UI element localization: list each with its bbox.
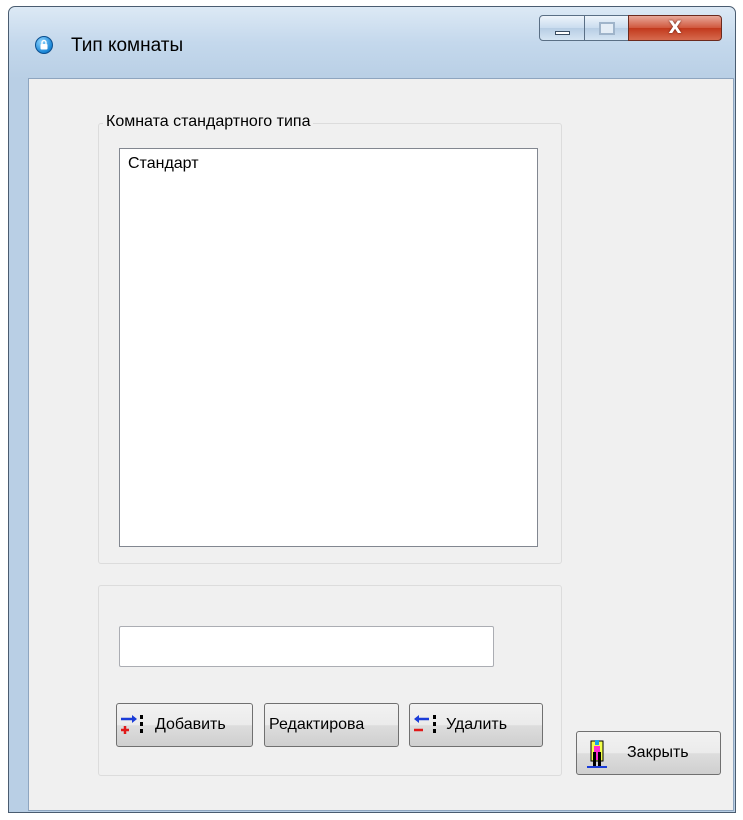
groupbox-legend: Комната стандартного типа	[103, 113, 314, 131]
window-client-area: Комната стандартного типа Стандарт Добав…	[28, 78, 734, 811]
lock-icon	[35, 36, 53, 54]
add-button-label: Добавить	[155, 716, 226, 733]
window-title: Тип комнаты	[71, 35, 184, 56]
list-item[interactable]: Стандарт	[128, 155, 199, 173]
close-button[interactable]: Закрыть	[576, 731, 721, 775]
maximize-button[interactable]	[584, 15, 629, 41]
edit-button-label: Редактирова	[269, 716, 365, 733]
minimize-icon	[555, 31, 570, 35]
close-window-button[interactable]: X	[628, 15, 722, 41]
add-button[interactable]: Добавить	[116, 703, 253, 747]
delete-button-label: Удалить	[446, 716, 508, 733]
edit-groupbox: Добавить Редактирова Удалить	[98, 585, 562, 776]
maximize-icon	[599, 22, 615, 35]
room-type-listbox[interactable]: Стандарт	[119, 148, 538, 547]
app-window: Тип комнаты X Комната стандартного типа …	[8, 6, 736, 813]
exit-door-icon	[587, 740, 607, 768]
add-item-icon	[121, 715, 143, 734]
room-type-input[interactable]	[119, 626, 494, 667]
remove-item-icon	[414, 715, 436, 733]
minimize-button[interactable]	[539, 15, 585, 41]
close-icon: X	[668, 18, 682, 38]
close-button-label: Закрыть	[627, 744, 689, 761]
room-type-groupbox: Комната стандартного типа Стандарт	[98, 113, 562, 564]
edit-button[interactable]: Редактирова	[264, 703, 399, 747]
delete-button[interactable]: Удалить	[409, 703, 543, 747]
